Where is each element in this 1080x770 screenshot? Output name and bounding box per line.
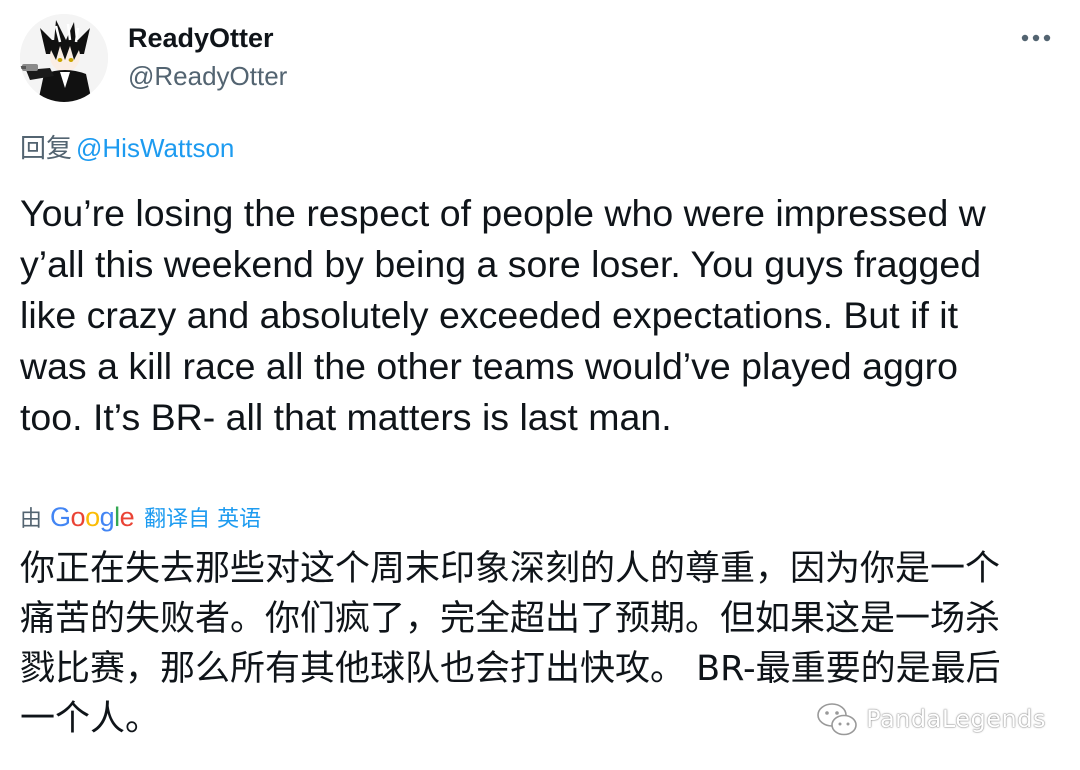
avatar-illustration: [20, 14, 108, 102]
reply-mention-link[interactable]: @HisWattson: [76, 133, 234, 163]
replying-to: 回复 @HisWattson: [20, 130, 234, 166]
user-avatar[interactable]: [20, 14, 108, 102]
more-options-button[interactable]: [1016, 26, 1056, 50]
google-logo: Google: [50, 501, 135, 532]
user-handle[interactable]: @ReadyOtter: [128, 58, 287, 94]
translation-attribution: 由 Google 翻译自 英语: [20, 500, 261, 534]
replying-to-label: 回复: [20, 133, 73, 163]
more-horizontal-icon: [1021, 34, 1051, 42]
tweet-card: ReadyOtter @ReadyOtter 回复 @HisWattson You…: [0, 0, 1080, 770]
display-name[interactable]: ReadyOtter: [128, 20, 274, 56]
translated-text: 你正在失去那些对这个周末印象深刻的人的尊重，因为你是一个痛苦的失败者。你们疯了，…: [20, 549, 1001, 739]
tweet-text: You’re losing the respect of people who …: [20, 192, 986, 438]
translated-by-label: 由: [20, 507, 43, 532]
translated-from-link[interactable]: 翻译自 英语: [144, 501, 261, 533]
